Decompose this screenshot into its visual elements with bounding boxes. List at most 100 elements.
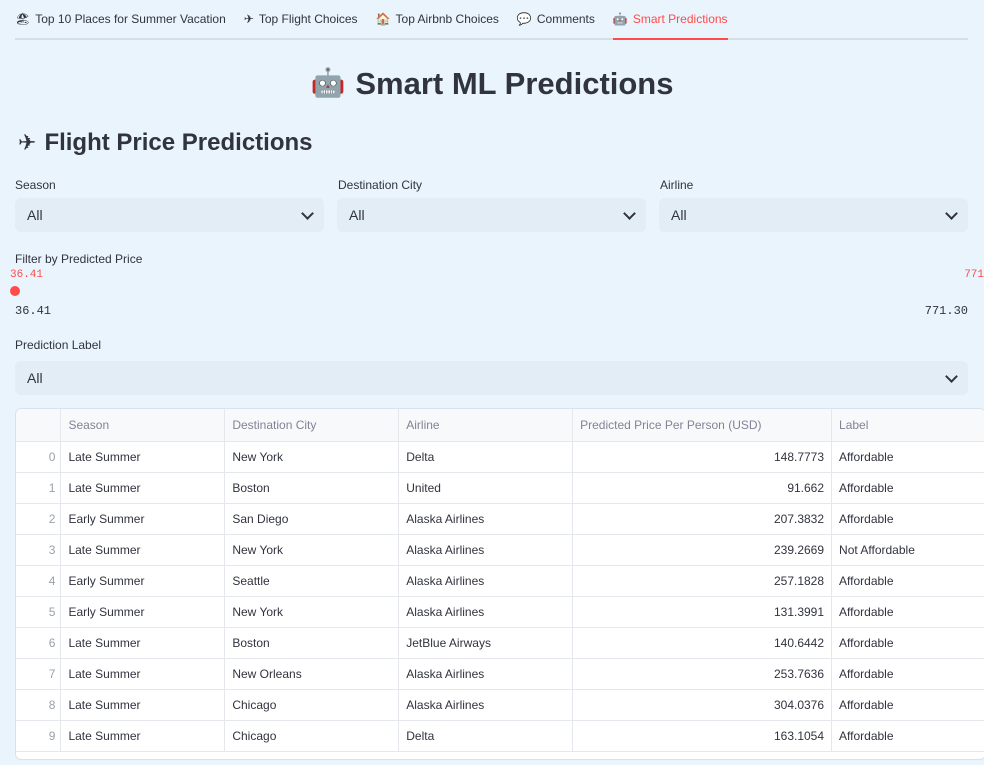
city-label: Destination City xyxy=(338,178,423,192)
table-cell[interactable]: 5 xyxy=(16,596,62,628)
table-row: 4 Early Summer Seattle Alaska Airlines 257.1… xyxy=(16,565,984,597)
table-cell[interactable]: Alaska Airlines xyxy=(398,503,574,535)
column-header[interactable]: Season xyxy=(60,409,226,442)
airline-select[interactable]: All xyxy=(659,198,968,232)
table-cell[interactable]: 8 xyxy=(16,689,62,721)
table-cell[interactable]: Late Summer xyxy=(60,472,226,504)
table-cell[interactable]: Late Summer xyxy=(60,441,226,473)
tab-smart-predictions[interactable]: 🤖 Smart Predictions xyxy=(612,0,728,40)
table-cell[interactable]: 131.3991 xyxy=(572,596,833,628)
table-cell[interactable]: Late Summer xyxy=(60,689,226,721)
table-cell[interactable]: Early Summer xyxy=(60,596,226,628)
table-cell[interactable]: 239.2669 xyxy=(572,534,833,566)
table-cell[interactable]: Affordable xyxy=(831,472,984,504)
table-cell[interactable]: New York xyxy=(224,534,400,566)
table-cell[interactable]: Affordable xyxy=(831,596,984,628)
table-cell[interactable]: Seattle xyxy=(224,565,400,597)
table-cell[interactable]: Affordable xyxy=(831,627,984,659)
table-cell[interactable]: San Diego xyxy=(224,503,400,535)
table-cell[interactable]: United xyxy=(398,472,574,504)
table-cell[interactable]: 253.7636 xyxy=(572,658,833,690)
table-cell[interactable]: New York xyxy=(224,596,400,628)
table-cell[interactable]: 304.0376 xyxy=(572,689,833,721)
section-title: ✈ Flight Price Predictions xyxy=(18,129,313,157)
airplane-icon: ✈ xyxy=(18,130,37,155)
table-cell[interactable]: Late Summer xyxy=(60,627,226,659)
table-cell[interactable]: Alaska Airlines xyxy=(398,565,574,597)
table-cell[interactable]: 1 xyxy=(16,472,62,504)
table-cell[interactable]: 2 xyxy=(16,503,62,535)
table-cell[interactable]: Alaska Airlines xyxy=(398,596,574,628)
table-cell[interactable]: Affordable xyxy=(831,565,984,597)
tab-comments[interactable]: 💬 Comments xyxy=(517,0,595,38)
table-cell[interactable]: 148.7773 xyxy=(572,441,833,473)
table-cell[interactable]: 9 xyxy=(16,720,62,752)
table-cell[interactable]: 207.3832 xyxy=(572,503,833,535)
table-cell[interactable]: 7 xyxy=(16,658,62,690)
table-cell[interactable]: Affordable xyxy=(831,503,984,535)
table-cell[interactable]: 140.6442 xyxy=(572,627,833,659)
predictions-table[interactable]: Season Destination City Airline Predicte… xyxy=(15,408,984,760)
prediction-label-value: All xyxy=(27,370,43,386)
city-select[interactable]: All xyxy=(337,198,646,232)
table-cell[interactable]: Late Summer xyxy=(60,720,226,752)
column-header[interactable]: Airline xyxy=(398,409,574,442)
table-cell[interactable]: Alaska Airlines xyxy=(398,658,574,690)
slider-max: 771.30 xyxy=(924,304,968,318)
table-cell[interactable]: 163.1054 xyxy=(572,720,833,752)
table-row: 2 Early Summer San Diego Alaska Airlines 207… xyxy=(16,503,984,535)
column-header[interactable] xyxy=(16,409,62,442)
table-cell[interactable]: Delta xyxy=(398,720,574,752)
tab-label: Comments xyxy=(536,12,595,26)
city-value: All xyxy=(349,207,365,223)
table-cell[interactable]: 6 xyxy=(16,627,62,659)
column-header[interactable]: Predicted Price Per Person (USD) xyxy=(572,409,833,442)
prediction-label-select[interactable]: All xyxy=(15,361,968,395)
table-cell[interactable]: Chicago xyxy=(224,720,400,752)
table-row: 6 Late Summer Boston JetBlue Airways 140.644… xyxy=(16,627,984,659)
tab-label: Top 10 Places for Summer Vacation xyxy=(35,12,226,26)
season-label: Season xyxy=(15,178,56,192)
robot-icon: 🤖 xyxy=(612,12,628,26)
airline-label: Airline xyxy=(660,178,694,192)
prediction-label-label: Prediction Label xyxy=(15,338,102,352)
table-row: 0 Late Summer New York Delta 148.7773 Afforda… xyxy=(16,441,984,473)
table-cell[interactable]: 91.662 xyxy=(572,472,833,504)
table-cell[interactable]: Late Summer xyxy=(60,534,226,566)
table-cell[interactable]: Early Summer xyxy=(60,503,226,535)
price-filter-label: Filter by Predicted Price xyxy=(15,252,143,266)
table-cell[interactable]: Affordable xyxy=(831,441,984,473)
table-cell[interactable]: Delta xyxy=(398,441,574,473)
table-cell[interactable]: New York xyxy=(224,441,400,473)
table-cell[interactable]: Alaska Airlines xyxy=(398,689,574,721)
table-cell[interactable]: JetBlue Airways xyxy=(398,627,574,659)
table-cell[interactable]: 257.1828 xyxy=(572,565,833,597)
tab-bar: 🏖 Top 10 Places for Summer Vacation ✈ Top … xyxy=(15,0,968,40)
table-cell[interactable]: Boston xyxy=(224,627,400,659)
table-cell[interactable]: 4 xyxy=(16,565,62,597)
tab-top-places[interactable]: 🏖 Top 10 Places for Summer Vacation xyxy=(15,0,226,38)
table-cell[interactable]: Early Summer xyxy=(60,565,226,597)
table-cell[interactable]: 0 xyxy=(16,441,62,473)
table-cell[interactable]: 3 xyxy=(16,534,62,566)
table-cell[interactable]: New Orleans xyxy=(224,658,400,690)
beach-icon: 🏖 xyxy=(15,12,31,26)
table-cell[interactable]: Affordable xyxy=(831,689,984,721)
season-select[interactable]: All xyxy=(15,198,324,232)
table-cell[interactable]: Alaska Airlines xyxy=(398,534,574,566)
table-cell[interactable]: Not Affordable xyxy=(831,534,984,566)
speech-bubble-icon: 💬 xyxy=(516,12,532,26)
tab-top-airbnb[interactable]: 🏠 Top Airbnb Choices xyxy=(376,0,499,38)
table-cell[interactable]: Chicago xyxy=(224,689,400,721)
table-cell[interactable]: Boston xyxy=(224,472,400,504)
table-row: 3 Late Summer New York Alaska Airlines 239.2… xyxy=(16,534,984,566)
table-cell[interactable]: Late Summer xyxy=(60,658,226,690)
table-row: 7 Late Summer New Orleans Alaska Airlines 25… xyxy=(16,658,984,690)
slider-handle[interactable] xyxy=(10,286,20,296)
column-header[interactable]: Destination City xyxy=(224,409,400,442)
column-header[interactable]: Label xyxy=(831,409,984,442)
table-cell[interactable]: Affordable xyxy=(831,720,984,752)
tab-top-flights[interactable]: ✈ Top Flight Choices xyxy=(244,0,358,38)
page-title-text: Smart ML Predictions xyxy=(355,66,674,101)
table-cell[interactable]: Affordable xyxy=(831,658,984,690)
